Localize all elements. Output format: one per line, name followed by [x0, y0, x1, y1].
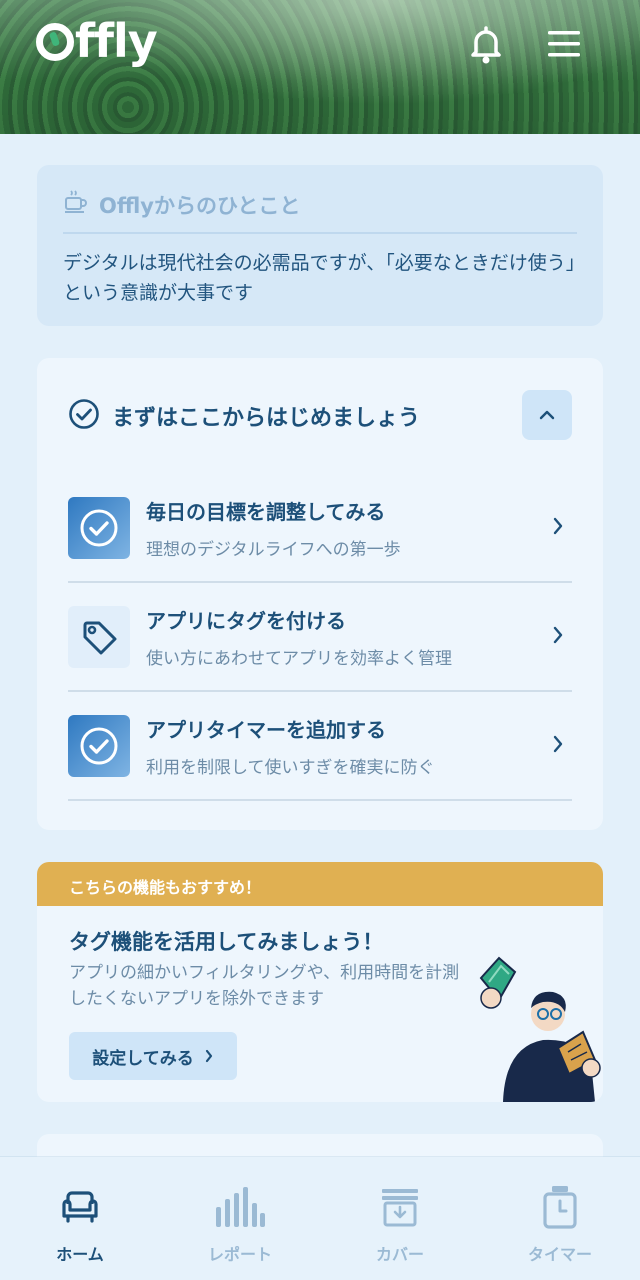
- logo-text: ffly: [75, 14, 158, 68]
- getting-started-title: まずはここからはじめましょう: [112, 406, 421, 431]
- collapse-button[interactable]: [522, 390, 572, 440]
- step-title: アプリにタグを付ける: [146, 608, 346, 633]
- step-item-daily-goal[interactable]: 毎日の目標を調整してみる 理想のデジタルライフへの第一歩: [68, 474, 572, 583]
- chevron-right-icon: [552, 734, 564, 758]
- check-circle-icon: [68, 398, 100, 434]
- step-subtitle: 利用を制限して使いすぎを確実に防ぐ: [146, 757, 435, 778]
- tag-icon: [68, 605, 130, 668]
- timer-icon: [534, 1183, 586, 1231]
- quote-text: デジタルは現代社会の必需品ですが、「必要なときだけ使う」という意識が大事です: [63, 252, 576, 304]
- getting-started-card: まずはここからはじめましょう 毎日の目標を調整してみる 理想のデジタルライフへの…: [37, 358, 603, 830]
- chevron-up-icon: [539, 410, 555, 420]
- nav-tab-timer[interactable]: タイマー: [480, 1157, 640, 1280]
- quote-card: Offlyからのひとこと デジタルは現代社会の必需品ですが、「必要なときだけ使う…: [37, 165, 603, 326]
- step-title: 毎日の目標を調整してみる: [146, 499, 386, 524]
- promo-banner: こちらの機能もおすすめ！: [37, 862, 603, 906]
- check-circle-icon: [68, 714, 130, 777]
- sofa-icon: [54, 1183, 106, 1231]
- chevron-right-icon: [552, 516, 564, 540]
- cover-tray-icon: [374, 1183, 426, 1231]
- bell-icon[interactable]: [464, 22, 508, 66]
- bar-chart-icon: [214, 1183, 266, 1231]
- nav-tab-home[interactable]: ホーム: [0, 1157, 160, 1280]
- hamburger-menu-icon[interactable]: [542, 22, 586, 66]
- chevron-right-icon: [205, 1049, 212, 1063]
- nav-tab-cover[interactable]: カバー: [320, 1157, 480, 1280]
- nav-label: タイマー: [527, 1245, 592, 1264]
- quote-header: Offlyからのひとこと: [63, 189, 577, 234]
- step-subtitle: 理想のデジタルライフへの第一歩: [146, 539, 401, 560]
- step-item-app-timer[interactable]: アプリタイマーを追加する 利用を制限して使いすぎを確実に防ぐ: [68, 692, 572, 801]
- promo-title: タグ機能を活用してみましょう！: [69, 930, 384, 954]
- nav-label: ホーム: [56, 1245, 104, 1264]
- nav-tab-report[interactable]: レポート: [160, 1157, 320, 1280]
- step-title: アプリタイマーを追加する: [146, 717, 386, 742]
- promo-description: アプリの細かいフィルタリングや、利用時間を計測したくないアプリを除外できます: [69, 963, 460, 1009]
- nav-label: カバー: [375, 1245, 424, 1264]
- coffee-cup-icon: [63, 189, 89, 220]
- step-subtitle: 使い方にあわせてアプリを効率よく管理: [146, 648, 452, 669]
- quote-title: Offlyからのひとこと: [99, 193, 301, 218]
- setup-button-label: 設定してみる: [92, 1048, 194, 1069]
- check-circle-icon: [68, 496, 130, 559]
- chevron-right-icon: [552, 625, 564, 649]
- step-item-app-tags[interactable]: アプリにタグを付ける 使い方にあわせてアプリを効率よく管理: [68, 583, 572, 692]
- app-logo: ffly: [36, 14, 158, 68]
- person-with-tags-illustration: [479, 956, 601, 1102]
- promo-card: こちらの機能もおすすめ！ タグ機能を活用してみましょう！ アプリの細かいフィルタ…: [37, 862, 603, 1102]
- nav-label: レポート: [207, 1245, 272, 1264]
- setup-button[interactable]: 設定してみる: [69, 1032, 237, 1080]
- getting-started-header: まずはここからはじめましょう: [68, 358, 572, 474]
- logo-o-mark: [36, 23, 74, 61]
- header-banner: ffly: [0, 0, 640, 134]
- bottom-navigation: ホーム レポート カバー タイマー: [0, 1157, 640, 1280]
